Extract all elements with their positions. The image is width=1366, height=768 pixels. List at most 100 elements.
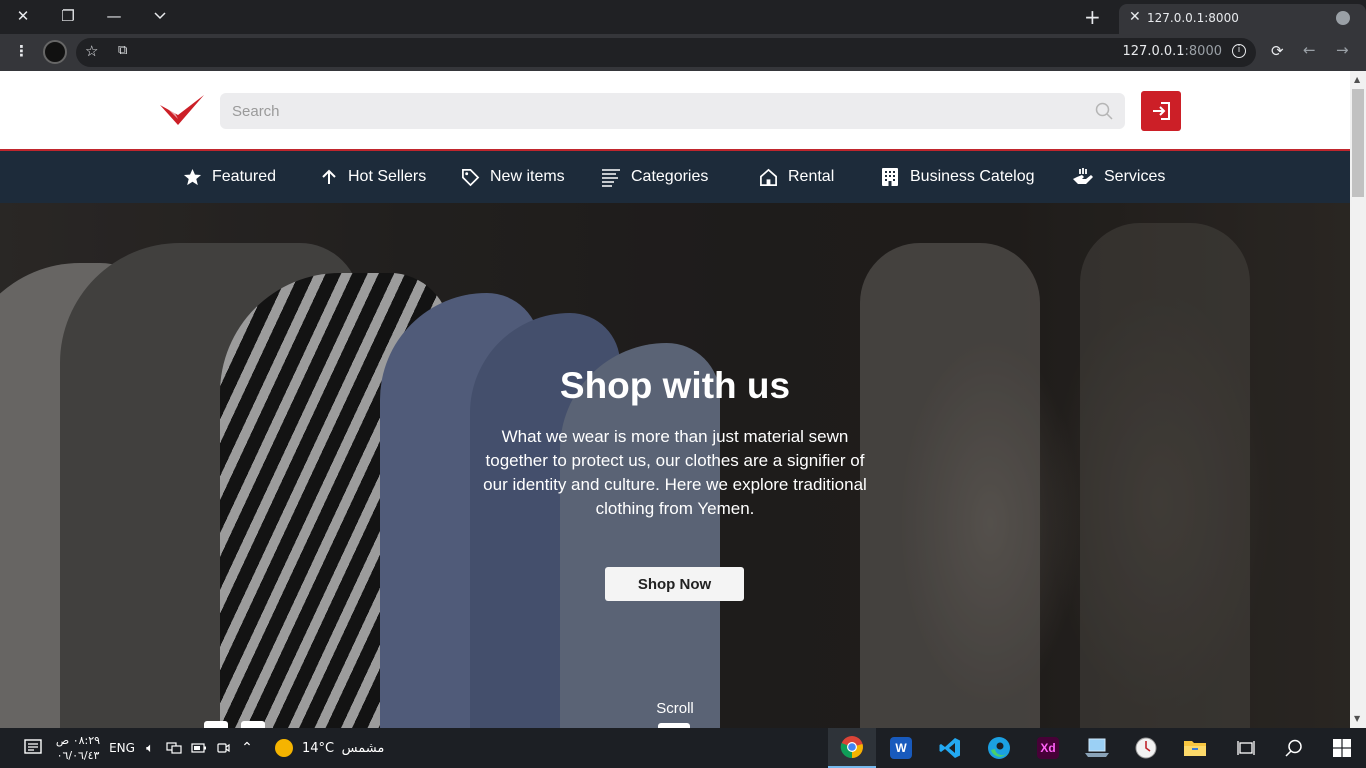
info-icon[interactable]: i bbox=[1232, 44, 1246, 58]
browser-tab[interactable]: ✕ 127.0.0.1:8000 bbox=[1119, 4, 1366, 34]
xd-icon: Xd bbox=[1037, 737, 1059, 759]
logo-checkmark-icon[interactable] bbox=[158, 93, 206, 129]
slider-bullet[interactable] bbox=[204, 721, 228, 728]
chevron-up-icon[interactable]: ⌃ bbox=[237, 728, 257, 768]
building-icon bbox=[882, 168, 898, 186]
nav-label: Rental bbox=[788, 168, 835, 185]
reload-icon[interactable]: ⟳ bbox=[1271, 42, 1284, 60]
nav-item-hot-sellers[interactable]: Hot Sellers bbox=[320, 151, 426, 203]
word-icon: W bbox=[890, 737, 912, 759]
taskbar-app-file-explorer[interactable] bbox=[1171, 728, 1219, 768]
plus-icon: + bbox=[1084, 5, 1101, 29]
clock-icon bbox=[1135, 737, 1157, 759]
battery-icon[interactable] bbox=[189, 728, 209, 768]
chrome-icon bbox=[840, 736, 863, 759]
minimize-window-button[interactable]: — bbox=[91, 0, 137, 32]
notifications-button[interactable] bbox=[16, 728, 50, 768]
close-icon: ✕ bbox=[16, 7, 30, 25]
task-view-button[interactable] bbox=[1230, 728, 1262, 768]
start-button[interactable] bbox=[1326, 728, 1358, 768]
nav-item-new-items[interactable]: New items bbox=[461, 151, 565, 203]
restore-icon: ❐ bbox=[61, 7, 75, 25]
clock-time: ٠٨:٢٩ ص bbox=[55, 734, 101, 747]
tag-icon bbox=[462, 168, 480, 186]
tab-strip: ✕ ❐ — + ✕ 127.0.0.1:8000 bbox=[0, 0, 1366, 34]
shop-now-button[interactable]: Shop Now bbox=[605, 567, 744, 601]
close-window-button[interactable]: ✕ bbox=[0, 0, 46, 32]
language-indicator[interactable]: ENG bbox=[108, 728, 136, 768]
hands-icon bbox=[1073, 168, 1093, 184]
clock-date: ٠٦/٠٦/٤٣ bbox=[56, 749, 100, 762]
star-icon bbox=[183, 168, 202, 185]
taskbar-app-word[interactable]: W bbox=[877, 728, 925, 768]
weather-condition[interactable]: مشمس bbox=[338, 728, 388, 768]
clock[interactable]: ٠٨:٢٩ ص ٠٦/٠٦/٤٣ bbox=[50, 728, 106, 768]
slider-bullet[interactable] bbox=[241, 721, 265, 728]
tab-title: 127.0.0.1:8000 bbox=[1147, 11, 1239, 25]
login-button[interactable] bbox=[1141, 91, 1181, 131]
globe-icon bbox=[1336, 11, 1350, 25]
back-arrow-icon[interactable]: → bbox=[1336, 41, 1349, 59]
hero-banner: Shop with us What we wear is more than j… bbox=[0, 203, 1350, 728]
tab-search-button[interactable] bbox=[137, 0, 183, 32]
task-view-icon bbox=[1237, 741, 1255, 755]
share-icon[interactable]: ⧉ bbox=[118, 43, 127, 58]
scrollbar-thumb[interactable] bbox=[1352, 89, 1364, 197]
star-bookmark-icon[interactable]: ☆ bbox=[85, 42, 98, 60]
laptop-icon bbox=[1085, 738, 1109, 757]
nav-label: Business Catelog bbox=[910, 168, 1035, 185]
search-icon[interactable] bbox=[1095, 102, 1113, 120]
nav-label: Featured bbox=[212, 168, 277, 185]
hero-title: Shop with us bbox=[559, 365, 791, 406]
nav-label: Categories bbox=[631, 168, 709, 185]
page-scrollbar[interactable]: ▲ ▼ bbox=[1350, 71, 1366, 728]
tab-close-icon[interactable]: ✕ bbox=[1129, 9, 1141, 25]
notification-icon bbox=[24, 739, 42, 754]
edge-icon bbox=[988, 737, 1010, 759]
nav-label: Hot Sellers bbox=[348, 168, 427, 185]
vscode-icon bbox=[939, 738, 960, 758]
site-header bbox=[0, 71, 1350, 151]
nav-item-categories[interactable]: Categories bbox=[601, 151, 708, 203]
network-icon[interactable] bbox=[164, 728, 184, 768]
scroll-label[interactable]: Scroll bbox=[0, 700, 1350, 717]
weather-sun-icon[interactable] bbox=[270, 728, 298, 768]
home-icon bbox=[760, 168, 777, 186]
folder-icon bbox=[1184, 741, 1206, 756]
forward-arrow-icon[interactable]: ← bbox=[1303, 41, 1316, 59]
search-bar bbox=[220, 93, 1125, 129]
taskbar-app-laptop[interactable] bbox=[1073, 728, 1121, 768]
search-icon bbox=[1285, 739, 1302, 757]
nav-item-services[interactable]: Services bbox=[1072, 151, 1165, 203]
web-page: Featured Hot Sellers New items Categorie… bbox=[0, 71, 1350, 728]
search-input[interactable] bbox=[232, 93, 1082, 129]
restore-window-button[interactable]: ❐ bbox=[45, 0, 91, 32]
url-text: 127.0.0.1:8000 bbox=[1122, 44, 1223, 59]
browser-toolbar: ⋮ ⟳ ← → ☆ ⧉ 127.0.0.1:8000 i bbox=[0, 34, 1366, 71]
scroll-down-icon[interactable]: ▼ bbox=[1354, 714, 1360, 723]
scroll-up-icon[interactable]: ▲ bbox=[1354, 75, 1360, 84]
taskbar-app-edge[interactable] bbox=[975, 728, 1023, 768]
taskbar-app-vscode[interactable] bbox=[926, 728, 974, 768]
menu-dots-icon[interactable]: ⋮ bbox=[14, 42, 29, 60]
nav-item-business-catelog[interactable]: Business Catelog bbox=[880, 151, 1035, 203]
address-bar[interactable]: ☆ ⧉ 127.0.0.1:8000 i bbox=[76, 38, 1256, 67]
profile-avatar[interactable] bbox=[43, 40, 67, 64]
meet-now-icon[interactable] bbox=[213, 728, 233, 768]
nav-label: New items bbox=[490, 168, 565, 185]
nav-label: Services bbox=[1104, 168, 1166, 185]
taskbar-app-clock[interactable] bbox=[1122, 728, 1170, 768]
taskbar-app-chrome[interactable] bbox=[828, 728, 876, 768]
list-icon bbox=[602, 169, 620, 187]
volume-icon[interactable]: 🔈︎ bbox=[140, 728, 160, 768]
taskbar-app-xd[interactable]: Xd bbox=[1024, 728, 1072, 768]
new-tab-button[interactable]: + bbox=[1084, 5, 1101, 29]
arrow-up-icon bbox=[322, 169, 336, 184]
chevron-down-icon bbox=[154, 12, 166, 20]
windows-icon bbox=[1333, 739, 1351, 757]
nav-item-rental[interactable]: Rental bbox=[759, 151, 834, 203]
nav-item-featured[interactable]: Featured bbox=[183, 151, 276, 203]
weather-temperature[interactable]: 14°C bbox=[300, 728, 336, 768]
sign-in-icon bbox=[1153, 102, 1170, 120]
search-taskbar-button[interactable] bbox=[1278, 728, 1310, 768]
